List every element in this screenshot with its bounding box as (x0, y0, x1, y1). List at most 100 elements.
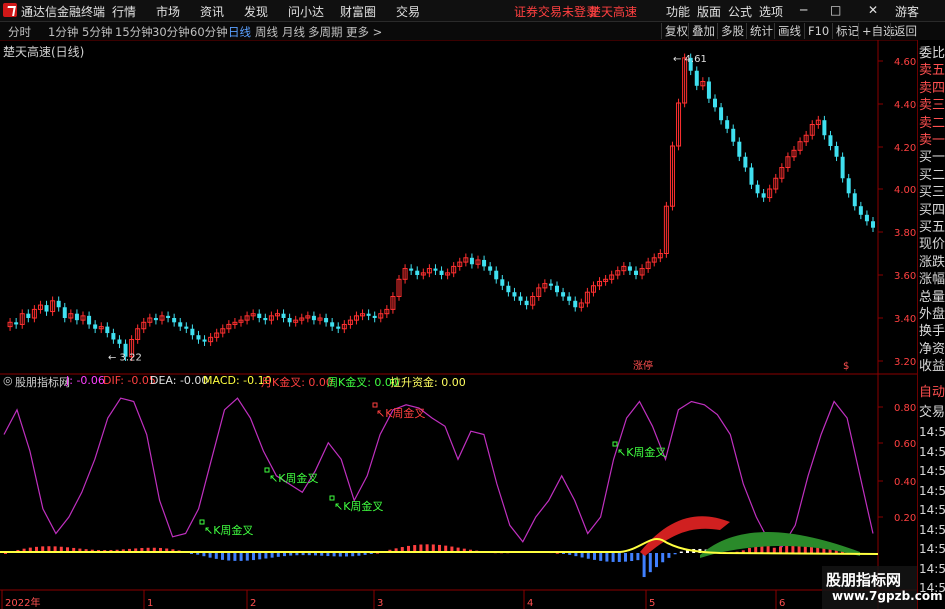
tick-field[interactable]: 14:56 (919, 484, 945, 498)
indicator-axis-label: 0.40 (894, 477, 916, 488)
period-tab[interactable]: 日线 (228, 24, 251, 40)
quote-field[interactable]: 卖二 (919, 116, 945, 131)
right-menu-item[interactable]: 公式 (728, 3, 752, 20)
current-stock-notice[interactable]: 楚天高速 (589, 3, 637, 20)
tick-field[interactable]: 14:56 (919, 503, 945, 517)
tick-field[interactable]: 14:56 (919, 542, 945, 556)
quote-field[interactable]: 委比 (919, 47, 945, 61)
candle-body (311, 315, 316, 321)
candle-body (44, 305, 49, 312)
tick-field[interactable]: 14:56 (919, 581, 945, 595)
tick-field[interactable]: 14:56 (919, 464, 945, 478)
menu-item[interactable]: 市场 (156, 3, 180, 20)
j-line (3, 397, 874, 548)
candle-body (166, 315, 171, 318)
tick-field[interactable]: 交易 (919, 405, 945, 420)
price-label: 4.00 (894, 185, 916, 196)
toolbar-button[interactable]: F10 (804, 23, 832, 39)
tick-field[interactable]: 14:56 (919, 562, 945, 576)
period-tab[interactable]: 30分钟 (152, 24, 190, 40)
quote-field[interactable]: 卖五 (919, 64, 945, 78)
macd-bar (314, 553, 317, 556)
menu-item[interactable]: 问小达 (288, 3, 324, 20)
quote-field[interactable]: 卖四 (919, 81, 945, 96)
quote-field[interactable]: 收益 (919, 360, 945, 374)
quote-field[interactable]: 换手 (919, 325, 945, 339)
toolbar-button[interactable]: 返回 (890, 23, 920, 39)
quote-field[interactable]: 总量 (919, 290, 945, 305)
tick-field[interactable]: 自动 (919, 386, 945, 400)
quote-field[interactable]: 卖三 (919, 99, 945, 113)
minimize-icon[interactable]: ─ (800, 3, 807, 17)
quote-field[interactable]: 买四 (919, 203, 945, 218)
candle-body (524, 300, 529, 306)
macd-bar (338, 553, 342, 557)
menu-item[interactable]: 发现 (244, 3, 268, 20)
menu-item[interactable]: 交易 (396, 3, 420, 20)
macd-bar (648, 553, 652, 573)
right-menu-item[interactable]: 游客 (895, 3, 919, 20)
period-tab[interactable]: 5分钟 (82, 24, 112, 40)
period-tab[interactable]: 更多 > (346, 24, 382, 40)
week-k-cross-label: ↖K周金叉 (617, 445, 666, 459)
period-tab[interactable]: 15分钟 (115, 24, 153, 40)
indicator-name[interactable]: 股朋指标网 (15, 374, 70, 390)
candle-body (555, 285, 559, 293)
login-status[interactable]: 证券交易未登录 (514, 3, 598, 20)
candle-body (834, 146, 839, 157)
right-menu-item[interactable]: 选项 (759, 3, 783, 20)
menu-item[interactable]: 财富圈 (340, 3, 376, 20)
candle-body (755, 184, 760, 194)
macd-bar (624, 553, 627, 562)
toolbar-button[interactable]: 多股 (717, 23, 747, 39)
candle-body (336, 326, 341, 329)
macd-bar (586, 553, 590, 559)
tick-field[interactable]: 14:56 (919, 425, 945, 439)
tick-field[interactable]: 14:56 (919, 523, 945, 537)
toolbar-button[interactable]: 统计 (746, 23, 776, 39)
candle-body (184, 326, 189, 329)
quote-field[interactable]: 卖一 (919, 134, 945, 148)
macd-bar (295, 553, 299, 556)
quote-field[interactable]: 净资 (919, 342, 945, 357)
menu-item[interactable]: 资讯 (200, 3, 224, 20)
quote-field[interactable]: 买二 (919, 168, 945, 183)
right-menu-item[interactable]: 版面 (697, 3, 721, 20)
toolbar-button[interactable]: 复权 (661, 23, 691, 39)
tick-field[interactable]: 14:56 (919, 445, 945, 459)
time-label: 2 (250, 598, 256, 609)
macd-bar (320, 553, 324, 556)
macd-bar (227, 553, 231, 561)
quote-field[interactable]: 涨跌 (919, 255, 945, 270)
toolbar-button[interactable]: 画线 (774, 23, 804, 39)
app-logo-icon (3, 3, 17, 17)
toolbar-button[interactable]: 叠加 (688, 23, 718, 39)
macd-bar (673, 553, 677, 555)
candle-body (330, 322, 335, 327)
macd-bar (779, 546, 782, 553)
macd-bar (642, 553, 646, 578)
indicator-settings-icon[interactable]: ◎ (3, 374, 13, 387)
price-label: 3.40 (894, 314, 916, 325)
quote-field[interactable]: 买五 (919, 221, 945, 235)
week-k-cross-label: ↖K周金叉 (334, 499, 383, 513)
kline-chart[interactable]: 4.60 4.40 4.20 4.00 3.80 3.60 3.40 3.20 0.80 0.60… (0, 40, 917, 609)
period-tab[interactable]: 1分钟 (48, 24, 78, 40)
quote-field[interactable]: 涨幅 (919, 273, 945, 287)
candle-body (87, 315, 92, 325)
period-tab[interactable]: 60分钟 (190, 24, 228, 40)
window-close-icon[interactable]: ✕ (868, 3, 878, 17)
period-tab[interactable]: 多周期 (308, 24, 343, 40)
menu-item[interactable]: 行情 (112, 3, 136, 20)
restore-icon[interactable]: □ (830, 3, 841, 17)
macd-bar (283, 553, 286, 557)
period-tab[interactable]: 分时 (8, 24, 31, 40)
quote-field[interactable]: 买一 (919, 151, 945, 165)
quote-field[interactable]: 现价 (919, 238, 945, 252)
period-tab[interactable]: 周线 (255, 24, 278, 40)
period-tab[interactable]: 月线 (282, 24, 305, 40)
right-menu-item[interactable]: 功能 (666, 3, 690, 20)
quote-field[interactable]: 买三 (919, 186, 945, 200)
quote-field[interactable]: 外盘 (919, 308, 945, 322)
macd-bar (611, 553, 615, 562)
